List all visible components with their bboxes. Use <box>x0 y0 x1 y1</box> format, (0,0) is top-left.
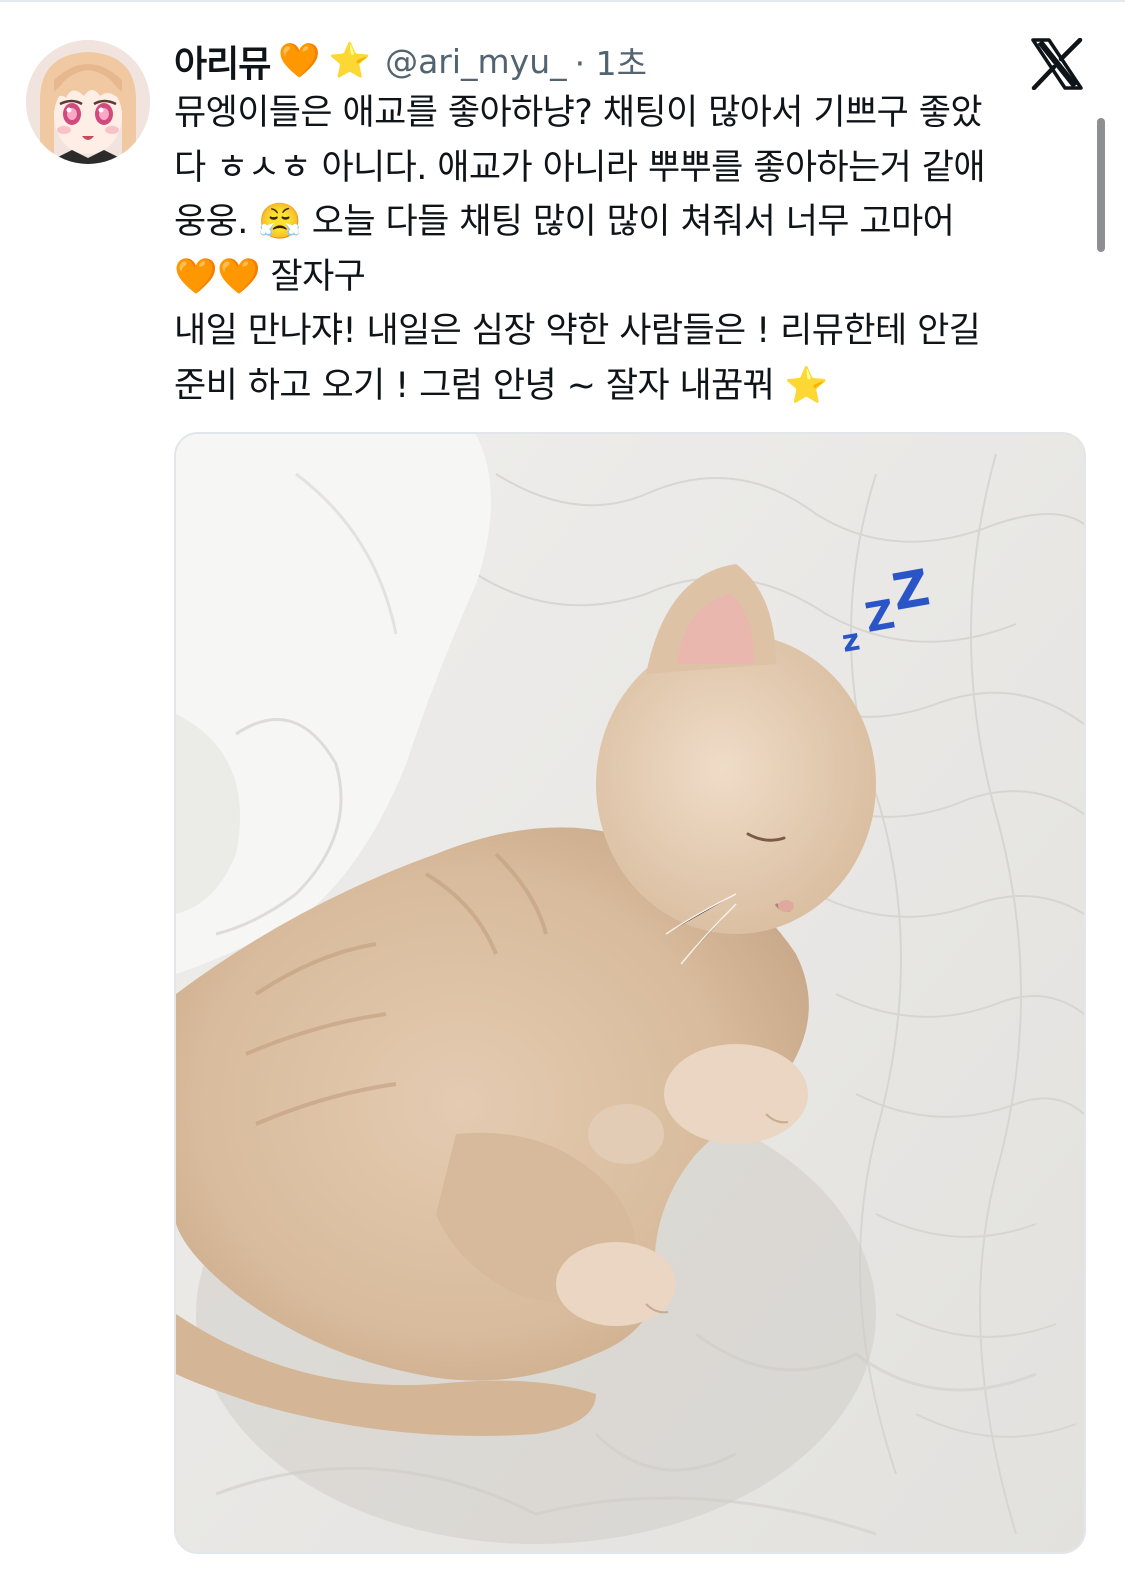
tweet-line: 준비 하고 오기 ! 그럼 안녕 ~ 잘자 내꿈꿔 ⭐ <box>174 365 828 406</box>
x-logo-icon[interactable] <box>1030 37 1084 91</box>
scrollbar[interactable] <box>1097 118 1105 252</box>
orange-heart-icon: 🧡 <box>278 41 321 81</box>
avatar[interactable] <box>26 40 150 164</box>
sleeping-kitten-image: z Z Z <box>176 434 1084 1552</box>
tweet-body: 뮤엥이들은 애교를 좋아하냥? 채팅이 많아서 기쁘구 좋았 다 ㅎㅅㅎ 아니다… <box>174 86 1094 413</box>
tweet-line: 웅웅. 😤 오늘 다들 채팅 많이 많이 쳐줘서 너무 고마어 <box>174 202 955 242</box>
tweet-header: 아리뮤 🧡 ⭐ @ari_myu_ · 1초 <box>174 36 647 86</box>
tweet-line: 뮤엥이들은 애교를 좋아하냥? 채팅이 많아서 기쁘구 좋았 <box>174 93 983 133</box>
tweet-line: 🧡🧡 잘자구 <box>174 256 366 297</box>
tweet-photo[interactable]: z Z Z <box>174 432 1086 1554</box>
star-icon: ⭐ <box>328 41 372 81</box>
display-name[interactable]: 아리뮤 <box>174 35 271 87</box>
top-divider <box>0 0 1125 2</box>
tweet-line: 다 ㅎㅅㅎ 아니다. 애교가 아니라 뿌뿌를 좋아하는거 같애 <box>174 147 986 188</box>
user-handle[interactable]: @ari_myu_ <box>385 42 567 81</box>
tweet-line: 내일 만나쟈! 내일은 심장 약한 사람들은 ! 리뮤한테 안길 <box>174 311 981 351</box>
timestamp[interactable]: · 1초 <box>575 37 647 85</box>
anime-avatar-icon <box>26 40 150 164</box>
